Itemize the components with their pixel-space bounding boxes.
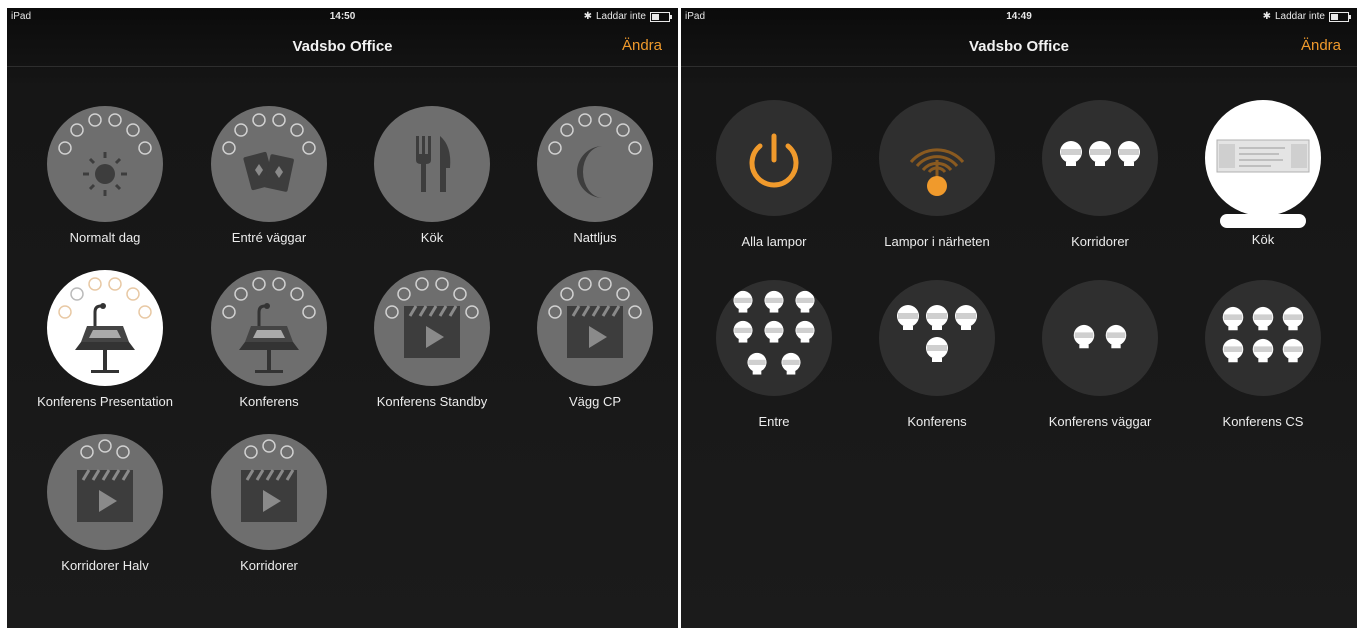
groups-screen: iPad 14:49 ✱ Laddar inte Vadsbo Office Ä… — [681, 8, 1357, 628]
scene-tile[interactable]: Konferens — [189, 270, 349, 409]
nav-bar: Vadsbo Office Ändra — [7, 26, 678, 67]
name-highlight-bar — [1220, 214, 1306, 228]
clock: 14:49 — [1006, 11, 1032, 22]
scene-tile[interactable]: Entré väggar — [189, 106, 349, 245]
edit-button[interactable]: Ändra — [1301, 37, 1341, 54]
lamp-group-icon — [1205, 280, 1321, 396]
battery-status: Laddar inte — [1274, 11, 1325, 22]
driver-device-icon — [1205, 100, 1321, 216]
group-label: Konferens väggar — [1048, 414, 1152, 429]
scene-label: Entré väggar — [231, 230, 307, 245]
scenes-screen: iPad 14:50 ✱ Laddar inte Vadsbo Office Ä… — [7, 8, 678, 628]
fork-knife-icon — [374, 106, 490, 222]
proximity-signal-icon — [879, 100, 995, 216]
group-tile[interactable]: Konferens — [857, 280, 1017, 429]
scene-tile[interactable]: Kök — [352, 106, 512, 245]
lamp-group-icon — [1042, 280, 1158, 396]
clock: 14:50 — [329, 11, 356, 22]
scene-label: Konferens Standby — [376, 394, 488, 409]
clapperboard-icon — [47, 434, 163, 550]
scene-label: Konferens Presentation — [37, 394, 173, 409]
group-label: Alla lampor — [741, 234, 807, 249]
clapperboard-icon — [374, 270, 490, 386]
scene-tile[interactable]: Vägg CP — [515, 270, 675, 409]
bluetooth-icon: ✱ — [1262, 11, 1271, 22]
scene-label: Konferens — [239, 394, 299, 409]
scene-label: Korridorer Halv — [61, 558, 149, 573]
scene-tile[interactable]: Nattljus — [515, 106, 675, 245]
group-label: Korridorer — [1071, 234, 1129, 249]
group-tile[interactable]: Kök — [1183, 100, 1343, 247]
group-tile[interactable]: Konferens CS — [1183, 280, 1343, 429]
group-tile[interactable]: Lampor i närheten — [857, 100, 1017, 249]
group-tile[interactable]: Korridorer — [1020, 100, 1180, 249]
scene-tile[interactable]: Konferens Presentation — [25, 270, 185, 409]
battery-status: Laddar inte — [595, 11, 646, 22]
scene-label: Nattljus — [573, 230, 617, 245]
scene-tile[interactable]: Korridorer Halv — [25, 434, 185, 573]
battery-icon — [1329, 11, 1351, 22]
lamp-group-icon — [879, 280, 995, 396]
scene-label: Vägg CP — [568, 394, 622, 409]
playing-cards-icon — [211, 106, 327, 222]
bluetooth-icon: ✱ — [583, 11, 592, 22]
lamp-group-icon — [1042, 100, 1158, 216]
group-label: Entre — [758, 414, 790, 429]
power-icon — [716, 100, 832, 216]
scene-label: Kök — [420, 230, 444, 245]
group-label: Konferens CS — [1222, 414, 1304, 429]
lamp-group-icon — [716, 280, 832, 396]
battery-icon — [650, 11, 672, 22]
page-title: Vadsbo Office — [292, 38, 393, 55]
group-tile[interactable]: Alla lampor — [694, 100, 854, 249]
group-tile[interactable]: Konferens väggar — [1020, 280, 1180, 429]
moon-icon — [537, 106, 653, 222]
conference-table-icon — [211, 270, 327, 386]
group-label: Lampor i närheten — [884, 234, 990, 249]
nav-bar: Vadsbo Office Ändra — [681, 26, 1357, 67]
clapperboard-icon — [537, 270, 653, 386]
group-label: Kök — [1251, 232, 1275, 247]
edit-button[interactable]: Ändra — [622, 37, 662, 54]
clapperboard-icon — [211, 434, 327, 550]
group-label: Konferens — [907, 414, 967, 429]
scene-label: Normalt dag — [69, 230, 141, 245]
sun-icon — [47, 106, 163, 222]
scene-tile[interactable]: Normalt dag — [25, 106, 185, 245]
status-bar: iPad 14:50 ✱ Laddar inte — [7, 8, 678, 26]
scene-tile[interactable]: Korridorer — [189, 434, 349, 573]
page-title: Vadsbo Office — [968, 38, 1070, 55]
scene-tile[interactable]: Konferens Standby — [352, 270, 512, 409]
status-bar: iPad 14:49 ✱ Laddar inte — [681, 8, 1357, 26]
scene-label: Korridorer — [240, 558, 298, 573]
group-tile[interactable]: Entre — [694, 280, 854, 429]
conference-table-icon — [47, 270, 163, 386]
